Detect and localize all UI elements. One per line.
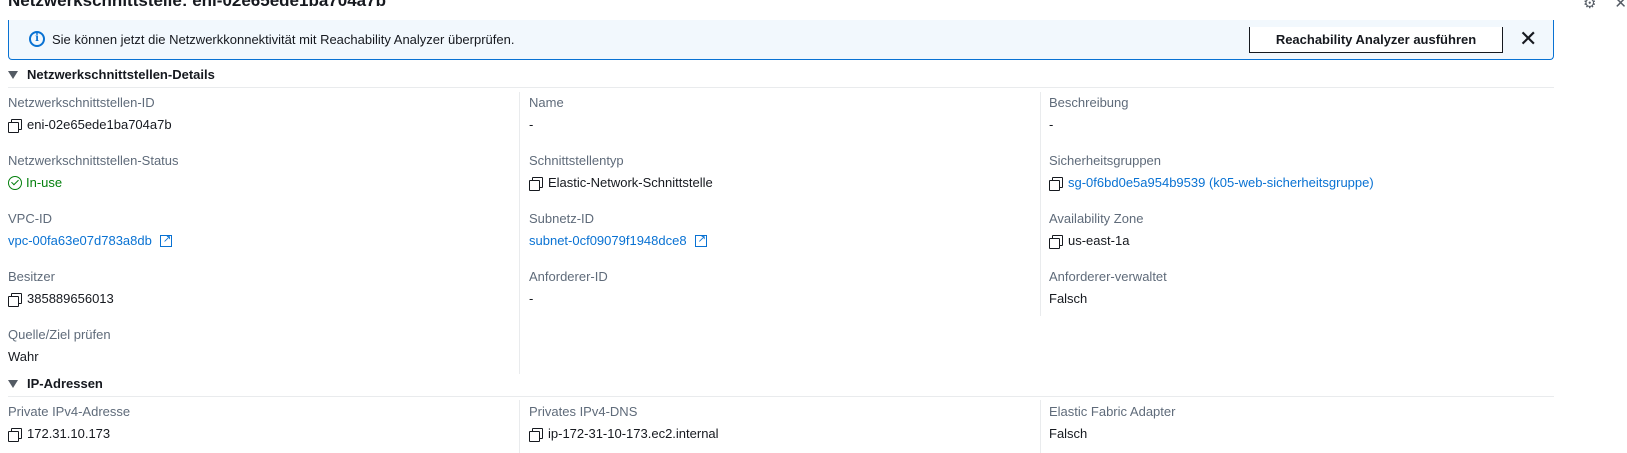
copy-icon[interactable]	[1049, 234, 1063, 249]
field-efa: Elastic Fabric Adapter Falsch	[1049, 404, 1175, 442]
efa-value: Falsch	[1049, 426, 1088, 441]
field-security-groups: Sicherheitsgruppen sg-0f6bd0e5a954b9539 …	[1049, 153, 1374, 191]
field-label: Subnetz-ID	[529, 211, 595, 226]
interface-type-value: Elastic-Network-Schnittstelle	[548, 175, 713, 190]
field-eni-id: Netzwerkschnittstellen-ID eni-02e65ede1b…	[8, 95, 172, 133]
owner-value: 385889656013	[27, 291, 114, 306]
field-label: Private IPv4-Adresse	[8, 404, 131, 419]
field-label: VPC-ID	[8, 211, 53, 226]
info-icon: i	[29, 31, 45, 47]
field-status: Netzwerkschnittstellen-Status In-use	[8, 153, 179, 191]
name-value: -	[529, 117, 534, 132]
status-value: In-use	[26, 175, 63, 190]
ip-section-toggle[interactable]: IP-Adressen	[8, 376, 103, 391]
external-link-icon[interactable]	[159, 232, 172, 248]
field-private-dns: Privates IPv4-DNS ip-172-31-10-173.ec2.i…	[529, 404, 719, 442]
status-badge: In-use	[8, 175, 179, 191]
field-label: Quelle/Ziel prüfen	[8, 327, 111, 342]
field-private-ipv4: Private IPv4-Adresse 172.31.10.173	[8, 404, 130, 442]
field-value: us-east-1a	[1049, 233, 1143, 249]
field-value: subnet-0cf09079f1948dce8	[529, 232, 707, 249]
copy-icon[interactable]	[8, 118, 22, 133]
panel-title: Netzwerkschnittstelle: eni-02e65ede1ba70…	[8, 0, 386, 10]
field-label: Beschreibung	[1049, 95, 1129, 110]
availability-zone-value: us-east-1a	[1068, 233, 1130, 248]
private-ipv4-value: 172.31.10.173	[27, 426, 111, 441]
field-label: Name	[529, 95, 564, 110]
panel-actions: ⚙ ✕	[1583, 0, 1627, 12]
field-value: ip-172-31-10-173.ec2.internal	[529, 426, 719, 442]
copy-icon[interactable]	[529, 176, 543, 191]
security-group-link[interactable]: sg-0f6bd0e5a954b9539 (k05-web-sicherheit…	[1068, 175, 1374, 191]
field-label: Anforderer-verwaltet	[1049, 269, 1167, 284]
field-value: Elastic-Network-Schnittstelle	[529, 175, 713, 191]
external-link-icon[interactable]	[694, 232, 707, 248]
field-value: sg-0f6bd0e5a954b9539 (k05-web-sicherheit…	[1049, 175, 1374, 191]
subnet-id-link[interactable]: subnet-0cf09079f1948dce8	[529, 233, 687, 249]
divider	[8, 87, 1554, 88]
field-value: 172.31.10.173	[8, 426, 130, 442]
field-availability-zone: Availability Zone us-east-1a	[1049, 211, 1143, 249]
field-owner: Besitzer 385889656013	[8, 269, 114, 307]
field-source-dest-check: Quelle/Ziel prüfen Wahr	[8, 327, 111, 365]
vpc-id-link[interactable]: vpc-00fa63e07d783a8db	[8, 233, 152, 249]
caret-down-icon	[8, 70, 18, 79]
caret-down-icon	[8, 379, 18, 388]
field-requester-id: Anforderer-ID -	[529, 269, 608, 307]
field-label: Sicherheitsgruppen	[1049, 153, 1162, 168]
reachability-analyzer-button[interactable]: Reachability Analyzer ausführen	[1249, 27, 1503, 53]
details-section-title: Netzwerkschnittstellen-Details	[27, 67, 215, 82]
settings-icon[interactable]: ⚙	[1583, 0, 1596, 12]
field-label: Elastic Fabric Adapter	[1049, 404, 1176, 419]
close-panel-icon[interactable]: ✕	[1614, 0, 1627, 12]
field-description: Beschreibung -	[1049, 95, 1129, 133]
field-name: Name -	[529, 95, 564, 133]
banner-message: Sie können jetzt die Netzwerkkonnektivit…	[52, 32, 515, 47]
copy-icon[interactable]	[8, 292, 22, 307]
details-section-toggle[interactable]: Netzwerkschnittstellen-Details	[8, 67, 215, 82]
field-label: Netzwerkschnittstellen-ID	[8, 95, 155, 110]
requester-managed-value: Falsch	[1049, 291, 1088, 306]
field-label: Anforderer-ID	[529, 269, 608, 284]
field-label: Netzwerkschnittstellen-Status	[8, 153, 179, 168]
requester-id-value: -	[529, 291, 534, 306]
column-divider	[1040, 92, 1041, 316]
private-dns-value: ip-172-31-10-173.ec2.internal	[548, 426, 719, 441]
description-value: -	[1049, 117, 1054, 132]
field-label: Besitzer	[8, 269, 55, 284]
copy-icon[interactable]	[8, 427, 22, 442]
column-divider	[519, 92, 520, 374]
dismiss-banner-icon[interactable]: ✕	[1519, 26, 1537, 52]
field-requester-managed: Anforderer-verwaltet Falsch	[1049, 269, 1167, 307]
eni-id-value: eni-02e65ede1ba704a7b	[27, 117, 172, 132]
copy-icon[interactable]	[1049, 176, 1063, 191]
source-dest-check-value: Wahr	[8, 349, 39, 364]
column-divider	[1040, 400, 1041, 453]
field-label: Schnittstellentyp	[529, 153, 624, 168]
ip-section-title: IP-Adressen	[27, 376, 103, 391]
field-label: Availability Zone	[1049, 211, 1144, 226]
check-circle-icon	[8, 176, 22, 190]
field-vpc-id: VPC-ID vpc-00fa63e07d783a8db	[8, 211, 172, 249]
field-value: vpc-00fa63e07d783a8db	[8, 232, 172, 249]
divider	[8, 396, 1554, 397]
field-label: Privates IPv4-DNS	[529, 404, 638, 419]
field-subnet-id: Subnetz-ID subnet-0cf09079f1948dce8	[529, 211, 707, 249]
column-divider	[519, 400, 520, 453]
info-banner: i Sie können jetzt die Netzwerkkonnektiv…	[8, 20, 1554, 60]
field-value: eni-02e65ede1ba704a7b	[8, 117, 172, 133]
field-value: 385889656013	[8, 291, 114, 307]
copy-icon[interactable]	[529, 427, 543, 442]
field-interface-type: Schnittstellentyp Elastic-Network-Schnit…	[529, 153, 713, 191]
